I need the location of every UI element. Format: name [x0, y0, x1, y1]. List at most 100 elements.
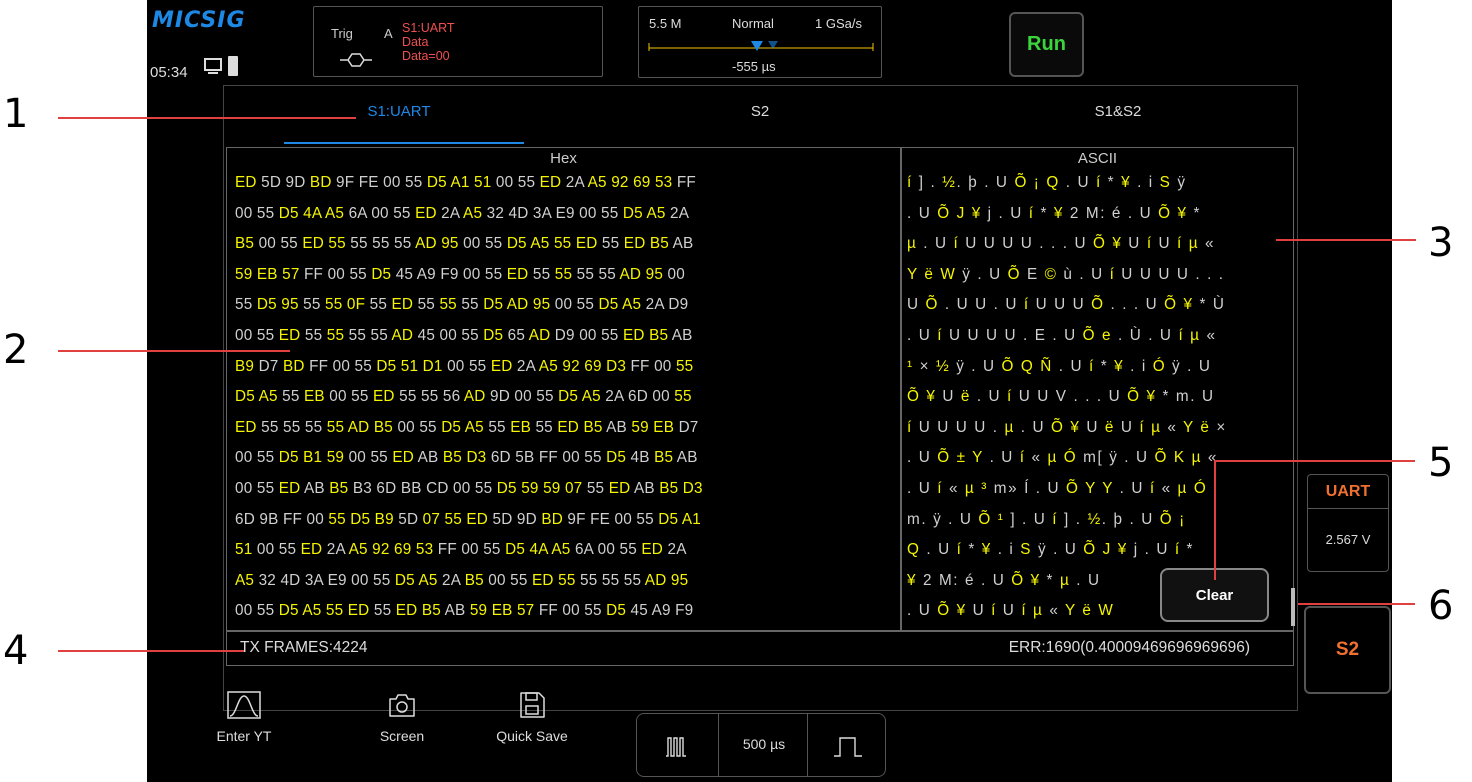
hex-byte: 55 [535, 418, 558, 436]
enter-yt-button[interactable]: Enter YT [189, 690, 299, 744]
hex-byte: B5 [329, 480, 353, 497]
ascii-char: µ [907, 235, 918, 253]
hex-byte: 2A [670, 204, 690, 222]
hex-byte: D3 [466, 449, 491, 467]
hex-byte: BB [400, 480, 427, 497]
hex-byte: 55 [554, 265, 577, 283]
ascii-char: U [1033, 510, 1047, 528]
hex-row: 51 00 55 ED 2A A5 92 69 53 FF 00 55 D5 4… [235, 537, 687, 563]
hex-byte: 55 [674, 388, 692, 406]
hex-byte: 55 [601, 204, 623, 222]
hex-byte: 00 [439, 327, 462, 344]
ascii-char: . [1218, 265, 1225, 283]
hex-byte: ED [575, 235, 602, 253]
ascii-char: ¡ [1179, 510, 1186, 528]
hex-byte: 9F [336, 174, 359, 191]
trigger-condition: Data=00 [402, 49, 450, 63]
hex-byte: 55 [421, 388, 443, 406]
callout-line-2 [58, 350, 290, 352]
hex-byte: 55 [417, 296, 440, 314]
hex-byte: 92 [562, 357, 585, 375]
run-button[interactable]: Run [1009, 12, 1084, 77]
hex-byte: 5D [261, 174, 286, 191]
zoom-in-timebase-icon[interactable] [833, 734, 863, 758]
ascii-char: U [988, 388, 1002, 406]
hex-byte: 51 [474, 174, 496, 191]
ascii-char: U [935, 235, 948, 253]
tab-s1-s2[interactable]: S1&S2 [1018, 103, 1218, 120]
callout-line-3 [1276, 239, 1416, 241]
ascii-row: ¥ 2 M: é . U Õ ¥ * µ . U [907, 568, 1101, 594]
ascii-char: W [940, 265, 957, 283]
ascii-char: ë [960, 388, 971, 406]
callout-line-1 [58, 117, 356, 119]
ascii-char: K [1173, 449, 1186, 467]
ascii-char: * [1199, 296, 1208, 314]
ascii-char: Õ [937, 602, 951, 620]
memory-position-bar[interactable] [647, 39, 875, 55]
hex-byte: 57 [282, 265, 305, 283]
hex-byte: 55 [584, 602, 607, 620]
hex-byte: 00 [348, 449, 371, 467]
hex-byte: 4D [280, 571, 305, 589]
hex-row: 00 55 D5 4A A5 6A 00 55 ED 2A A5 32 4D 3… [235, 201, 689, 227]
hex-byte: 55 [393, 204, 416, 222]
hex-byte: E9 [327, 571, 352, 589]
hex-byte: 00 [371, 204, 394, 222]
ascii-char: Ñ [1040, 357, 1053, 375]
ascii-char: Õ [1007, 265, 1022, 283]
ascii-row: . U Õ ¥ U í U í µ « Y ë W [907, 598, 1114, 624]
hex-byte: 00 [235, 480, 257, 497]
hex-byte: D3 [682, 480, 703, 497]
zoom-out-timebase-icon[interactable] [665, 734, 689, 758]
hex-byte: D5 [441, 418, 465, 436]
hex-byte: 59 [631, 418, 654, 436]
ascii-char: J [956, 204, 966, 222]
tab-s2[interactable]: S2 [660, 103, 860, 120]
ascii-char: ½ [935, 357, 951, 375]
ascii-char: 2 [1069, 204, 1080, 222]
hex-byte: 00 [383, 174, 406, 191]
hex-byte: 55 [326, 418, 348, 436]
hex-byte: 55 [373, 571, 395, 589]
ascii-char: Ù [1212, 296, 1226, 314]
hex-byte: 55 [461, 296, 484, 314]
hex-row: 55 D5 95 55 55 0F 55 ED 55 55 55 D5 AD 9… [235, 292, 688, 318]
ascii-char: U [918, 602, 932, 620]
screen-button[interactable]: Screen [347, 690, 457, 744]
hex-byte: 51 [400, 357, 423, 375]
ascii-char: U [918, 480, 932, 497]
ascii-char: 2 [922, 571, 934, 589]
hex-byte: 69 [394, 541, 416, 559]
hex-byte: ED [373, 388, 400, 406]
hex-byte: 55 [256, 204, 279, 222]
hex-byte: 32 [258, 571, 281, 589]
ascii-char: e [1102, 327, 1113, 344]
ascii-char: Õ [1051, 418, 1065, 436]
hex-byte: 92 [611, 174, 634, 191]
ascii-char: Ù [1129, 327, 1143, 344]
hex-byte: 55 [580, 571, 602, 589]
ascii-char: * [968, 541, 976, 559]
hex-byte: 00 [562, 449, 585, 467]
hex-byte: AB [304, 480, 330, 497]
ascii-char: U [1018, 388, 1032, 406]
acquisition-panel[interactable]: 5.5 M Normal 1 GSa/s -555 µs [638, 6, 882, 78]
hex-byte: 55 [601, 571, 624, 589]
hex-byte: 2A [565, 174, 588, 191]
ascii-char: U [1128, 235, 1141, 253]
ascii-char: U [985, 327, 999, 344]
trigger-panel[interactable]: Trig A S1:UART Data Data=00 [313, 6, 603, 77]
s2-button[interactable]: S2 [1304, 606, 1391, 694]
hex-byte: 00 [654, 357, 676, 375]
ascii-char: « [1161, 480, 1172, 497]
uart-side-panel[interactable]: UART 2.567 V [1307, 474, 1389, 572]
ascii-char: U [959, 510, 973, 528]
ascii-char: U [1156, 541, 1169, 559]
ascii-char: Q [1020, 357, 1035, 375]
ascii-char: U [1005, 296, 1018, 314]
scrollbar[interactable] [1291, 588, 1295, 626]
hex-byte: 6A [574, 541, 598, 559]
hex-row: ED 55 55 55 55 AD B5 00 55 D5 A5 55 EB 5… [235, 415, 699, 441]
quick-save-button[interactable]: Quick Save [477, 690, 587, 744]
